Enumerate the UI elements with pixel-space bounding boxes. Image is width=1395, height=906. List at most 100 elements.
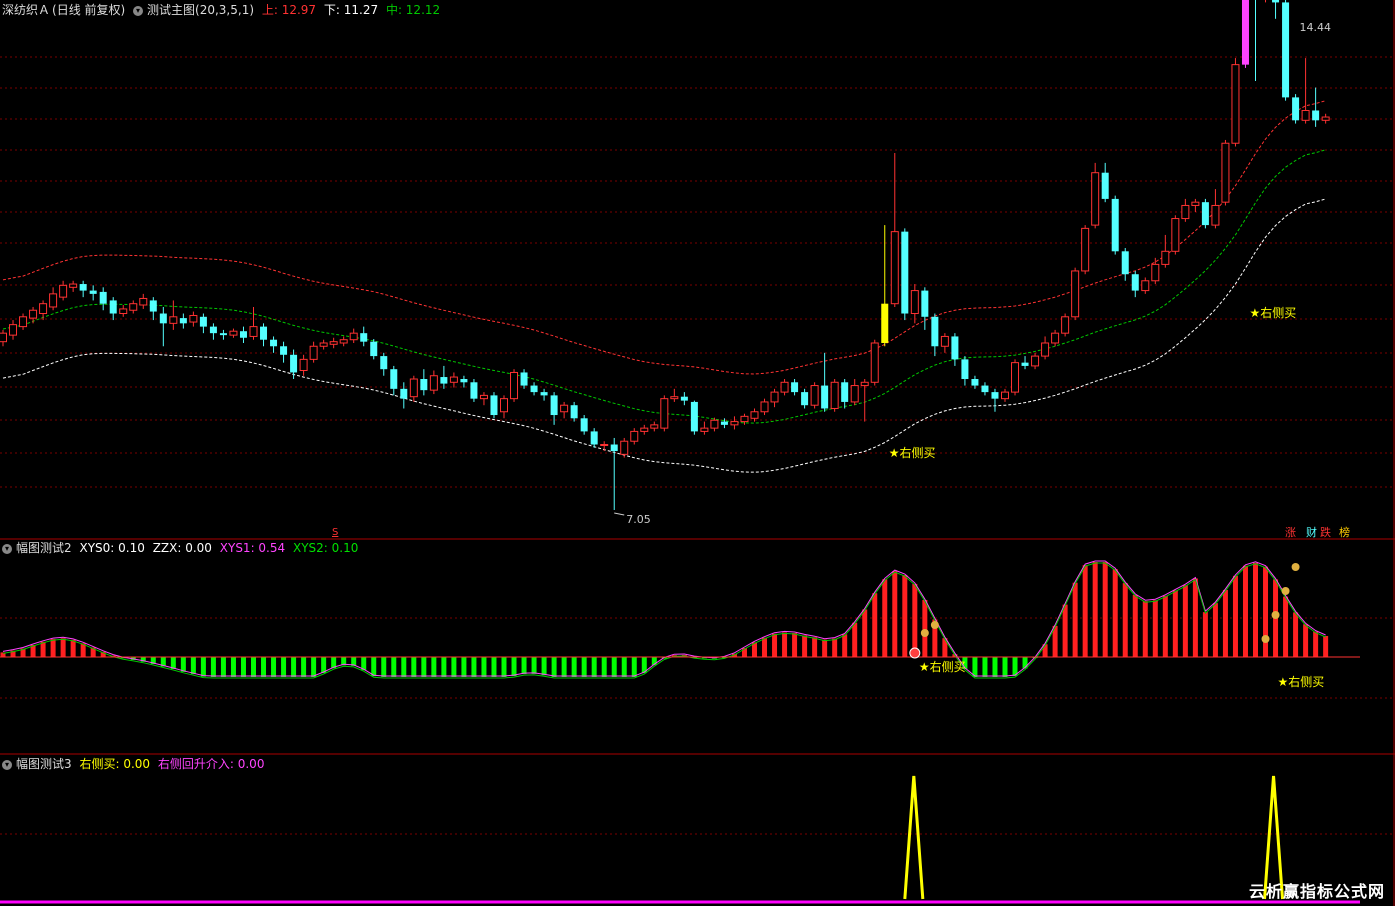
candle-body [881, 303, 889, 343]
candle-body [1121, 251, 1129, 275]
candle-body [49, 293, 58, 308]
osc-bar [631, 657, 637, 677]
osc-bar [1232, 575, 1238, 657]
candle-body [640, 427, 649, 432]
candle-body [660, 398, 669, 429]
osc-bar [922, 599, 928, 657]
osc-bar [1182, 585, 1188, 657]
buy-dot [909, 647, 921, 659]
candle-body [1161, 250, 1170, 265]
osc-bar [591, 657, 597, 677]
candle-body [890, 231, 899, 305]
tag-bang[interactable]: 榜 [1338, 526, 1351, 540]
candle-body [720, 421, 728, 425]
tag-zhang[interactable]: 涨 [1284, 526, 1297, 540]
candle-body [9, 324, 18, 336]
osc-bar [261, 657, 267, 677]
candle-body [921, 290, 929, 317]
candle-body [981, 385, 989, 393]
panel3-name: 幅图测试3 [16, 757, 72, 771]
candle-body [530, 385, 538, 393]
candle-body [99, 291, 107, 304]
candle-body [700, 427, 709, 432]
tag-die[interactable]: 跌 [1319, 526, 1332, 540]
candle-body [409, 378, 418, 398]
indicator-name: 测试主图(20,3,5,1) [147, 3, 255, 17]
candle-body [189, 314, 198, 323]
osc-bar [180, 657, 186, 672]
candle-body [119, 308, 128, 315]
osc-bar [762, 637, 768, 657]
osc-bar [441, 657, 447, 677]
osc-bar [251, 657, 256, 677]
money-icon [1291, 563, 1300, 571]
candle-body [1321, 116, 1330, 121]
osc-bar [210, 657, 216, 677]
osc-bar [301, 657, 307, 677]
panel2-header: ▾ 幅图测试2 XYS0: 0.10 ZZX: 0.00 XYS1: 0.54 X… [2, 540, 362, 556]
collapse-icon[interactable]: ▾ [2, 759, 12, 770]
candle-body [339, 339, 348, 344]
candle-body [69, 283, 78, 288]
osc-bar [1293, 612, 1299, 657]
candle-body [740, 415, 749, 423]
candle-body [550, 395, 558, 416]
candle-body [931, 316, 939, 347]
signal-label: ★右侧买 [1249, 305, 1296, 320]
candle-body [1312, 110, 1320, 121]
candle-body [1191, 201, 1200, 206]
candle-body [149, 300, 157, 312]
candle-body [650, 424, 659, 429]
candle-body [971, 379, 979, 386]
collapse-icon[interactable]: ▾ [2, 543, 12, 554]
candle-body [1101, 172, 1109, 199]
candle-body [479, 394, 488, 400]
osc-bar [902, 575, 908, 657]
candle-body [109, 300, 117, 314]
candle-body [400, 388, 408, 399]
money-icon [930, 621, 939, 629]
money-icon [1261, 635, 1270, 643]
osc-bar [190, 657, 196, 675]
candle-body [440, 377, 448, 384]
candle-body [249, 326, 258, 337]
lower-value: 11.27 [343, 3, 379, 17]
osc-bar [50, 639, 56, 657]
candle-body [760, 401, 769, 413]
candle-body [940, 335, 949, 347]
osc-bar [1172, 590, 1178, 657]
candle-body [0, 332, 7, 343]
osc-bar [421, 657, 427, 677]
ychs-value: 右侧回升介入: 0.00 [157, 757, 265, 771]
osc-bar [220, 657, 226, 677]
osc-bar [501, 657, 507, 677]
osc-bar [1062, 604, 1068, 657]
candle-body [870, 342, 879, 383]
candle-body [560, 404, 569, 413]
candle-body [860, 381, 869, 387]
candle-body [1011, 362, 1020, 393]
candle-body [1041, 342, 1050, 357]
osc-bar [611, 657, 617, 677]
candle-body [420, 379, 428, 391]
osc-bar [281, 657, 287, 677]
osc-bar [862, 609, 868, 657]
osc-bar [481, 657, 487, 677]
tag-cai[interactable]: 财 [1305, 526, 1318, 540]
collapse-icon[interactable]: ▾ [133, 5, 144, 16]
osc-bar [541, 657, 547, 676]
candle-body [510, 371, 519, 400]
candle-body [750, 411, 759, 419]
ycm-value: 右侧买: 0.00 [79, 757, 151, 771]
osc-bar [40, 641, 46, 657]
osc-bar [1082, 565, 1088, 657]
candle-body [770, 391, 779, 403]
zzx-value: ZZX: 0.00 [152, 541, 212, 555]
candle-body [299, 358, 308, 371]
candle-body [169, 316, 178, 324]
candle-body [1231, 64, 1240, 144]
candle-body [600, 444, 609, 447]
candle-body [1201, 202, 1209, 226]
candle-body [490, 395, 498, 416]
osc-bar [1192, 578, 1198, 657]
